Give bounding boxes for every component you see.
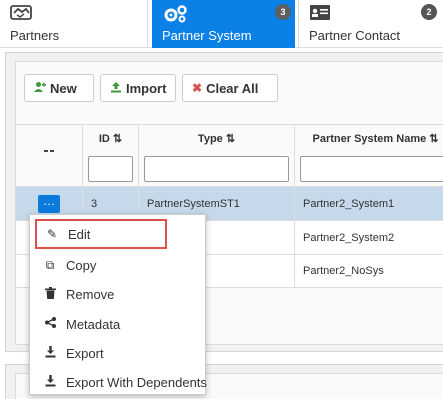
tab-bar: Partners Partner System 3 Partner Contac…: [0, 0, 443, 48]
tab-label: Partner System: [162, 28, 252, 43]
clear-all-button[interactable]: ✖ Clear All: [182, 74, 278, 102]
menu-item-label: Copy: [66, 257, 97, 273]
new-button-label: New: [50, 80, 77, 96]
menu-item-metadata[interactable]: Metadata: [30, 309, 207, 339]
tab-label: Partner Contact: [309, 28, 401, 43]
menu-item-label: Export With Dependents: [66, 374, 207, 390]
copy-icon: ⧉: [45, 257, 55, 272]
import-button-label: Import: [126, 80, 167, 96]
filter-cell: [82, 152, 138, 186]
menu-item-edit[interactable]: ✎ Edit: [35, 219, 167, 249]
download-icon: [44, 374, 56, 390]
download-icon: [44, 345, 56, 361]
menu-item-label: Edit: [68, 226, 91, 242]
handshake-icon: [10, 4, 32, 27]
name-cell: Partner2_System1: [294, 187, 443, 220]
filter-cell: [294, 152, 443, 186]
import-button[interactable]: Import: [100, 74, 176, 102]
name-cell: Partner2_NoSys: [294, 255, 443, 287]
new-button[interactable]: New: [24, 74, 94, 102]
id-filter-input[interactable]: [88, 156, 133, 182]
row-menu-button[interactable]: …: [38, 194, 60, 213]
name-filter-input[interactable]: [300, 156, 443, 182]
count-badge: 3: [275, 4, 291, 20]
filter-row: [16, 152, 443, 186]
add-user-icon: [34, 81, 46, 96]
tab-partner-system[interactable]: Partner System 3: [152, 0, 295, 48]
menu-item-label: Remove: [66, 286, 115, 302]
column-header-type[interactable]: Type ⇅: [138, 125, 294, 152]
menu-item-label: Export: [66, 345, 104, 361]
type-filter-input[interactable]: [144, 156, 289, 182]
filter-cell: [138, 152, 294, 186]
tab-partner-contact[interactable]: Partner Contact 2: [298, 0, 443, 48]
pencil-icon: ✎: [46, 227, 58, 241]
share-icon: [44, 317, 56, 331]
menu-item-remove[interactable]: Remove: [30, 279, 207, 309]
close-icon: ✖: [192, 81, 203, 95]
tab-label: Partners: [10, 28, 60, 43]
column-header-name[interactable]: Partner System Name ⇅: [294, 125, 443, 152]
tab-partners[interactable]: Partners: [0, 0, 148, 48]
row-context-menu: ✎ Edit ⧉ Copy Remove Metadata Export Exp…: [29, 214, 207, 397]
gears-icon: [162, 4, 188, 29]
header-row: ID ⇅ Type ⇅ Partner System Name ⇅: [16, 124, 443, 160]
menu-item-copy[interactable]: ⧉ Copy: [30, 250, 207, 280]
menu-item-export[interactable]: Export: [30, 338, 207, 368]
trash-icon: [44, 286, 56, 302]
name-cell: Partner2_System2: [294, 221, 443, 254]
menu-item-export-with-dependents[interactable]: Export With Dependents: [30, 367, 207, 397]
column-header-id[interactable]: ID ⇅: [82, 125, 138, 152]
menu-item-label: Metadata: [66, 316, 121, 332]
clear-all-button-label: Clear All: [206, 80, 259, 96]
upload-icon: [110, 81, 122, 96]
contact-card-icon: [309, 4, 331, 27]
count-badge: 2: [421, 4, 437, 20]
